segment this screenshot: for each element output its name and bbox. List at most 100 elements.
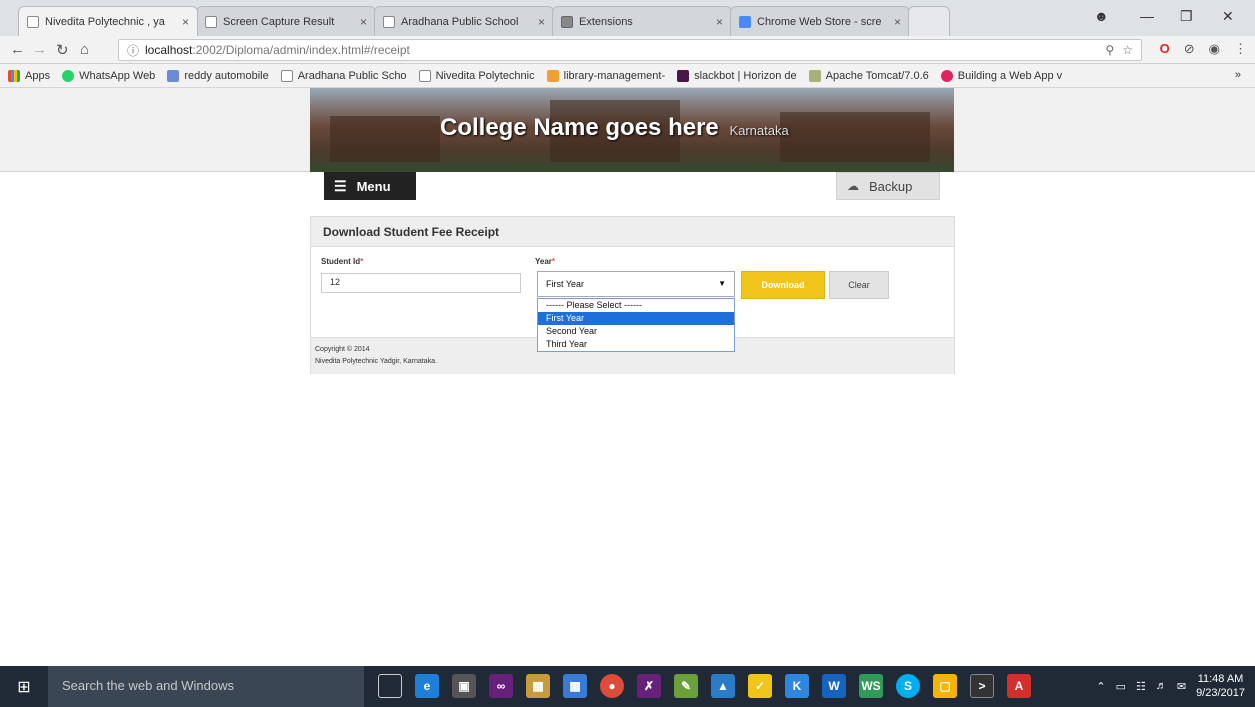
store-icon[interactable]: ▣ xyxy=(452,674,476,698)
volume-icon[interactable]: ♬ xyxy=(1156,680,1167,692)
network-icon[interactable]: ▭ xyxy=(1116,680,1126,693)
edge-icon[interactable]: e xyxy=(415,674,439,698)
more-options-icon[interactable]: ⋮ xyxy=(1234,41,1247,57)
panel-title: Download Student Fee Receipt xyxy=(311,217,954,247)
clear-button[interactable]: Clear xyxy=(829,271,889,299)
menu-button[interactable]: ☰ Menu xyxy=(324,172,416,200)
chevron-down-icon: ▼ xyxy=(718,279,726,288)
bookmark-tomcat[interactable]: Apache Tomcat/7.0.6 xyxy=(808,69,929,82)
year-select[interactable]: First Year ▼ xyxy=(537,271,735,297)
block-icon[interactable]: ⊘ xyxy=(1184,41,1195,57)
visual-studio-icon[interactable]: ∞ xyxy=(489,674,513,698)
vs-code-icon[interactable]: ✗ xyxy=(637,674,661,698)
info-icon: ⓘ xyxy=(127,43,140,58)
skype-icon[interactable]: S xyxy=(896,674,920,698)
close-icon[interactable]: × xyxy=(354,15,367,29)
building-shape xyxy=(330,116,440,162)
extension-icons: O ⊘ ◉ ⋮ xyxy=(1160,41,1247,57)
browser-tab-strip: Nivedita Polytechnic , ya × Screen Captu… xyxy=(0,0,1255,36)
puzzle-icon xyxy=(561,15,573,28)
bookmark-slackbot[interactable]: slackbot | Horizon de xyxy=(677,69,797,82)
terminal-icon[interactable]: > xyxy=(970,674,994,698)
bookmark-apps[interactable]: Apps xyxy=(8,69,50,82)
student-id-input[interactable]: 12 xyxy=(321,273,521,293)
more-bookmarks-icon[interactable]: » xyxy=(1235,69,1241,81)
page-content: College Name goes here Karnataka ☰ Menu … xyxy=(0,88,1255,666)
url-input[interactable]: ⓘ localhost :2002/Diploma/admin/index.ht… xyxy=(118,39,1142,61)
cloud-upload-icon: ☁ xyxy=(847,179,859,193)
forward-icon[interactable]: → xyxy=(32,41,47,58)
option-first-year[interactable]: First Year xyxy=(538,312,734,325)
building-shape xyxy=(780,112,930,162)
page-icon xyxy=(383,15,395,28)
option-third-year[interactable]: Third Year xyxy=(538,338,734,351)
notepad-icon[interactable]: ✎ xyxy=(674,674,698,698)
zoom-icon[interactable]: ⚲ xyxy=(1105,43,1114,57)
new-tab-button[interactable] xyxy=(908,6,950,36)
image-icon xyxy=(167,69,180,82)
bookmark-nivedita[interactable]: Nivedita Polytechnic xyxy=(418,69,535,82)
url-host: localhost xyxy=(145,43,193,57)
taskbar-search-input[interactable]: Search the web and Windows xyxy=(48,666,364,707)
windows-start-icon[interactable]: ⊞ xyxy=(0,666,48,707)
back-icon[interactable]: ← xyxy=(10,41,25,58)
window-close-icon[interactable]: ✕ xyxy=(1222,8,1234,25)
acrobat-icon[interactable]: A xyxy=(1007,674,1031,698)
tab-aradhana[interactable]: Aradhana Public School × xyxy=(374,6,554,36)
close-icon[interactable]: × xyxy=(176,15,189,29)
word-pad-icon[interactable]: W xyxy=(822,674,846,698)
taskbar-clock[interactable]: 11:48 AM 9/23/2017 xyxy=(1196,672,1245,700)
tab-screen-capture[interactable]: Screen Capture Result × xyxy=(196,6,376,36)
screen-icon[interactable]: ▩ xyxy=(563,674,587,698)
site-region: Karnataka xyxy=(729,123,789,138)
camera-icon[interactable]: ◉ xyxy=(1209,41,1220,57)
file-explorer-icon[interactable]: ▦ xyxy=(526,674,550,698)
tab-nivedita[interactable]: Nivedita Polytechnic , ya × xyxy=(18,6,198,36)
wifi-icon[interactable]: ☷ xyxy=(1136,680,1146,693)
paint-icon[interactable]: ▲ xyxy=(711,674,735,698)
chevron-up-icon[interactable]: ⌃ xyxy=(1096,680,1105,693)
hamburger-icon: ☰ xyxy=(334,177,347,194)
year-label: Year* xyxy=(535,257,556,266)
bookmark-library[interactable]: library-management- xyxy=(546,69,665,82)
download-button[interactable]: Download xyxy=(741,271,825,299)
windows-taskbar: ⊞ Search the web and Windows e ▣ ∞ ▦ ▩ ●… xyxy=(0,666,1255,707)
bookmark-building-web-app[interactable]: Building a Web App v xyxy=(940,69,1062,82)
option-second-year[interactable]: Second Year xyxy=(538,325,734,338)
backup-button[interactable]: ☁ Backup xyxy=(836,172,940,200)
bookmark-reddy[interactable]: reddy automobile xyxy=(167,69,269,82)
page-icon xyxy=(27,15,39,28)
camera-icon xyxy=(205,15,217,28)
check-app-icon[interactable]: ✓ xyxy=(748,674,772,698)
bookmarks-bar: Apps WhatsApp Web reddy automobile Aradh… xyxy=(0,64,1255,88)
tab-title: Screen Capture Result xyxy=(223,15,335,28)
tab-chrome-web-store[interactable]: Chrome Web Store - scre × xyxy=(730,6,910,36)
clock-date: 9/23/2017 xyxy=(1196,687,1245,699)
close-icon[interactable]: × xyxy=(532,15,545,29)
opera-icon[interactable]: O xyxy=(1160,41,1170,57)
close-icon[interactable]: × xyxy=(888,15,901,29)
tab-extensions[interactable]: Extensions × xyxy=(552,6,732,36)
star-icon[interactable]: ☆ xyxy=(1122,43,1133,57)
bookmark-whatsapp[interactable]: WhatsApp Web xyxy=(62,69,155,82)
home-icon[interactable]: ⌂ xyxy=(80,41,89,58)
bookmark-aradhana[interactable]: Aradhana Public Scho xyxy=(280,69,407,82)
tab-title: Nivedita Polytechnic , ya xyxy=(45,15,165,28)
notification-icon[interactable]: ✉ xyxy=(1177,680,1186,693)
restore-icon[interactable]: ❐ xyxy=(1180,8,1193,25)
k-app-icon[interactable]: K xyxy=(785,674,809,698)
page-icon xyxy=(280,69,293,82)
library-icon xyxy=(546,69,559,82)
college-banner: College Name goes here Karnataka xyxy=(310,88,954,172)
minimize-icon[interactable]: — xyxy=(1140,8,1154,24)
system-tray: ⌃ ▭ ☷ ♬ ✉ 11:48 AM 9/23/2017 xyxy=(1096,672,1245,700)
webstorm-icon[interactable]: WS xyxy=(859,674,883,698)
reload-icon[interactable]: ↻ xyxy=(56,41,69,59)
profile-icon[interactable]: ☻ xyxy=(1094,8,1109,24)
option-please-select[interactable]: ------ Please Select ------ xyxy=(538,299,734,312)
task-view-icon[interactable] xyxy=(378,674,402,698)
tomcat-icon xyxy=(808,69,821,82)
chrome-icon[interactable]: ● xyxy=(600,674,624,698)
close-icon[interactable]: × xyxy=(710,15,723,29)
folder-icon[interactable]: ▢ xyxy=(933,674,957,698)
